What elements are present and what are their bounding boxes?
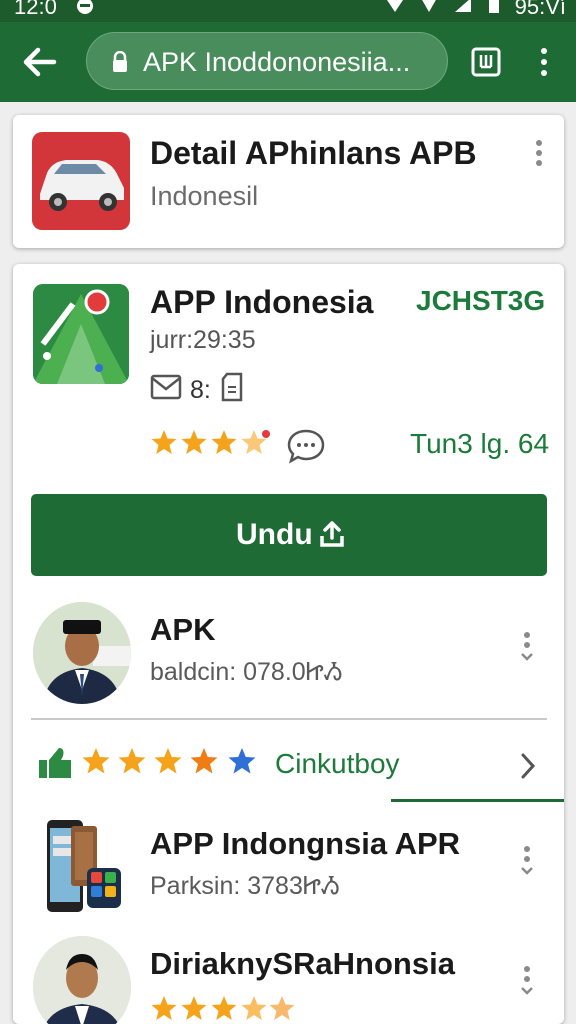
address-bar[interactable]: APK Inoddononesiia... (86, 32, 448, 90)
more-vert-icon[interactable] (519, 964, 535, 1003)
list-item[interactable]: APK baldcin: 078.0ᏥᏱ (13, 602, 564, 712)
chat-bubble-icon[interactable] (286, 428, 326, 469)
rating-stars-icon (39, 748, 256, 778)
divider (31, 718, 547, 720)
detail-card[interactable]: Detail APhinlans APB Indonesil (13, 115, 564, 248)
phone-thumbnail (33, 816, 131, 918)
sim-card-icon (219, 372, 245, 409)
app-size: Tun3 lg. 64 (410, 428, 550, 459)
developer-name[interactable]: JCHST3G (416, 285, 545, 317)
active-indicator (391, 799, 564, 802)
download-label: Undu (236, 518, 313, 551)
status-bar: 12:0 95:Ví (0, 0, 576, 22)
item-subtitle: Parksin: 3783ᏥᏱ (150, 872, 340, 900)
avatar (33, 936, 131, 1024)
back-arrow-icon[interactable] (20, 42, 60, 82)
item-rating-stars-icon (151, 996, 295, 1020)
battery-level: 95:Ví (514, 0, 566, 19)
more-vert-icon[interactable] (533, 139, 545, 174)
list-item[interactable]: DiriaknySRaHnonsia (13, 936, 564, 1024)
lock-icon (111, 50, 129, 78)
status-time: 12:0 (14, 0, 57, 19)
recommend-label: Cinkutboy (275, 748, 400, 779)
app-icon (33, 284, 129, 384)
upload-icon (319, 520, 345, 556)
app-name: APP Indonesia (150, 284, 374, 320)
avatar (33, 602, 131, 704)
url-text: APK Inoddononesiia... (143, 47, 411, 77)
notification-icon (74, 0, 96, 22)
browser-toolbar: APK Inoddononesiia... (0, 22, 576, 102)
mail-count: 8: (190, 376, 211, 404)
item-title: DiriaknySRaHnonsia (150, 946, 455, 981)
detail-subtitle: Indonesil (150, 181, 259, 211)
meta-row: 8: (150, 372, 245, 409)
item-title: APK (150, 612, 216, 647)
more-vert-icon[interactable] (519, 844, 535, 883)
wifi-icon (385, 0, 405, 18)
download-button[interactable]: Undu (31, 494, 547, 576)
list-item[interactable]: APP Indongnsia APR Parksin: 3783ᏥᏱ (13, 816, 564, 926)
tab-switcher-icon[interactable] (470, 46, 502, 78)
app-card: APP Indonesia JCHST3G jurr:29:35 8: Tun3… (13, 264, 564, 1024)
signal-icon (419, 0, 439, 18)
item-title: APP Indongnsia APR (150, 826, 461, 861)
car-thumbnail (32, 132, 130, 230)
star-rating-icon (151, 430, 270, 454)
item-subtitle: baldcin: 078.0ᏥᏱ (150, 658, 343, 686)
battery-icon (487, 0, 501, 18)
app-version: jurr:29:35 (150, 326, 256, 354)
overflow-menu-icon[interactable] (534, 46, 554, 78)
mail-icon (150, 374, 182, 407)
recommend-row[interactable]: Cinkutboy (31, 734, 547, 794)
chevron-right-icon[interactable] (519, 752, 537, 785)
detail-title: Detail APhinlans APB (150, 135, 477, 171)
app-rating (150, 428, 274, 458)
more-vert-icon[interactable] (519, 630, 535, 669)
cellular-icon (453, 0, 473, 18)
